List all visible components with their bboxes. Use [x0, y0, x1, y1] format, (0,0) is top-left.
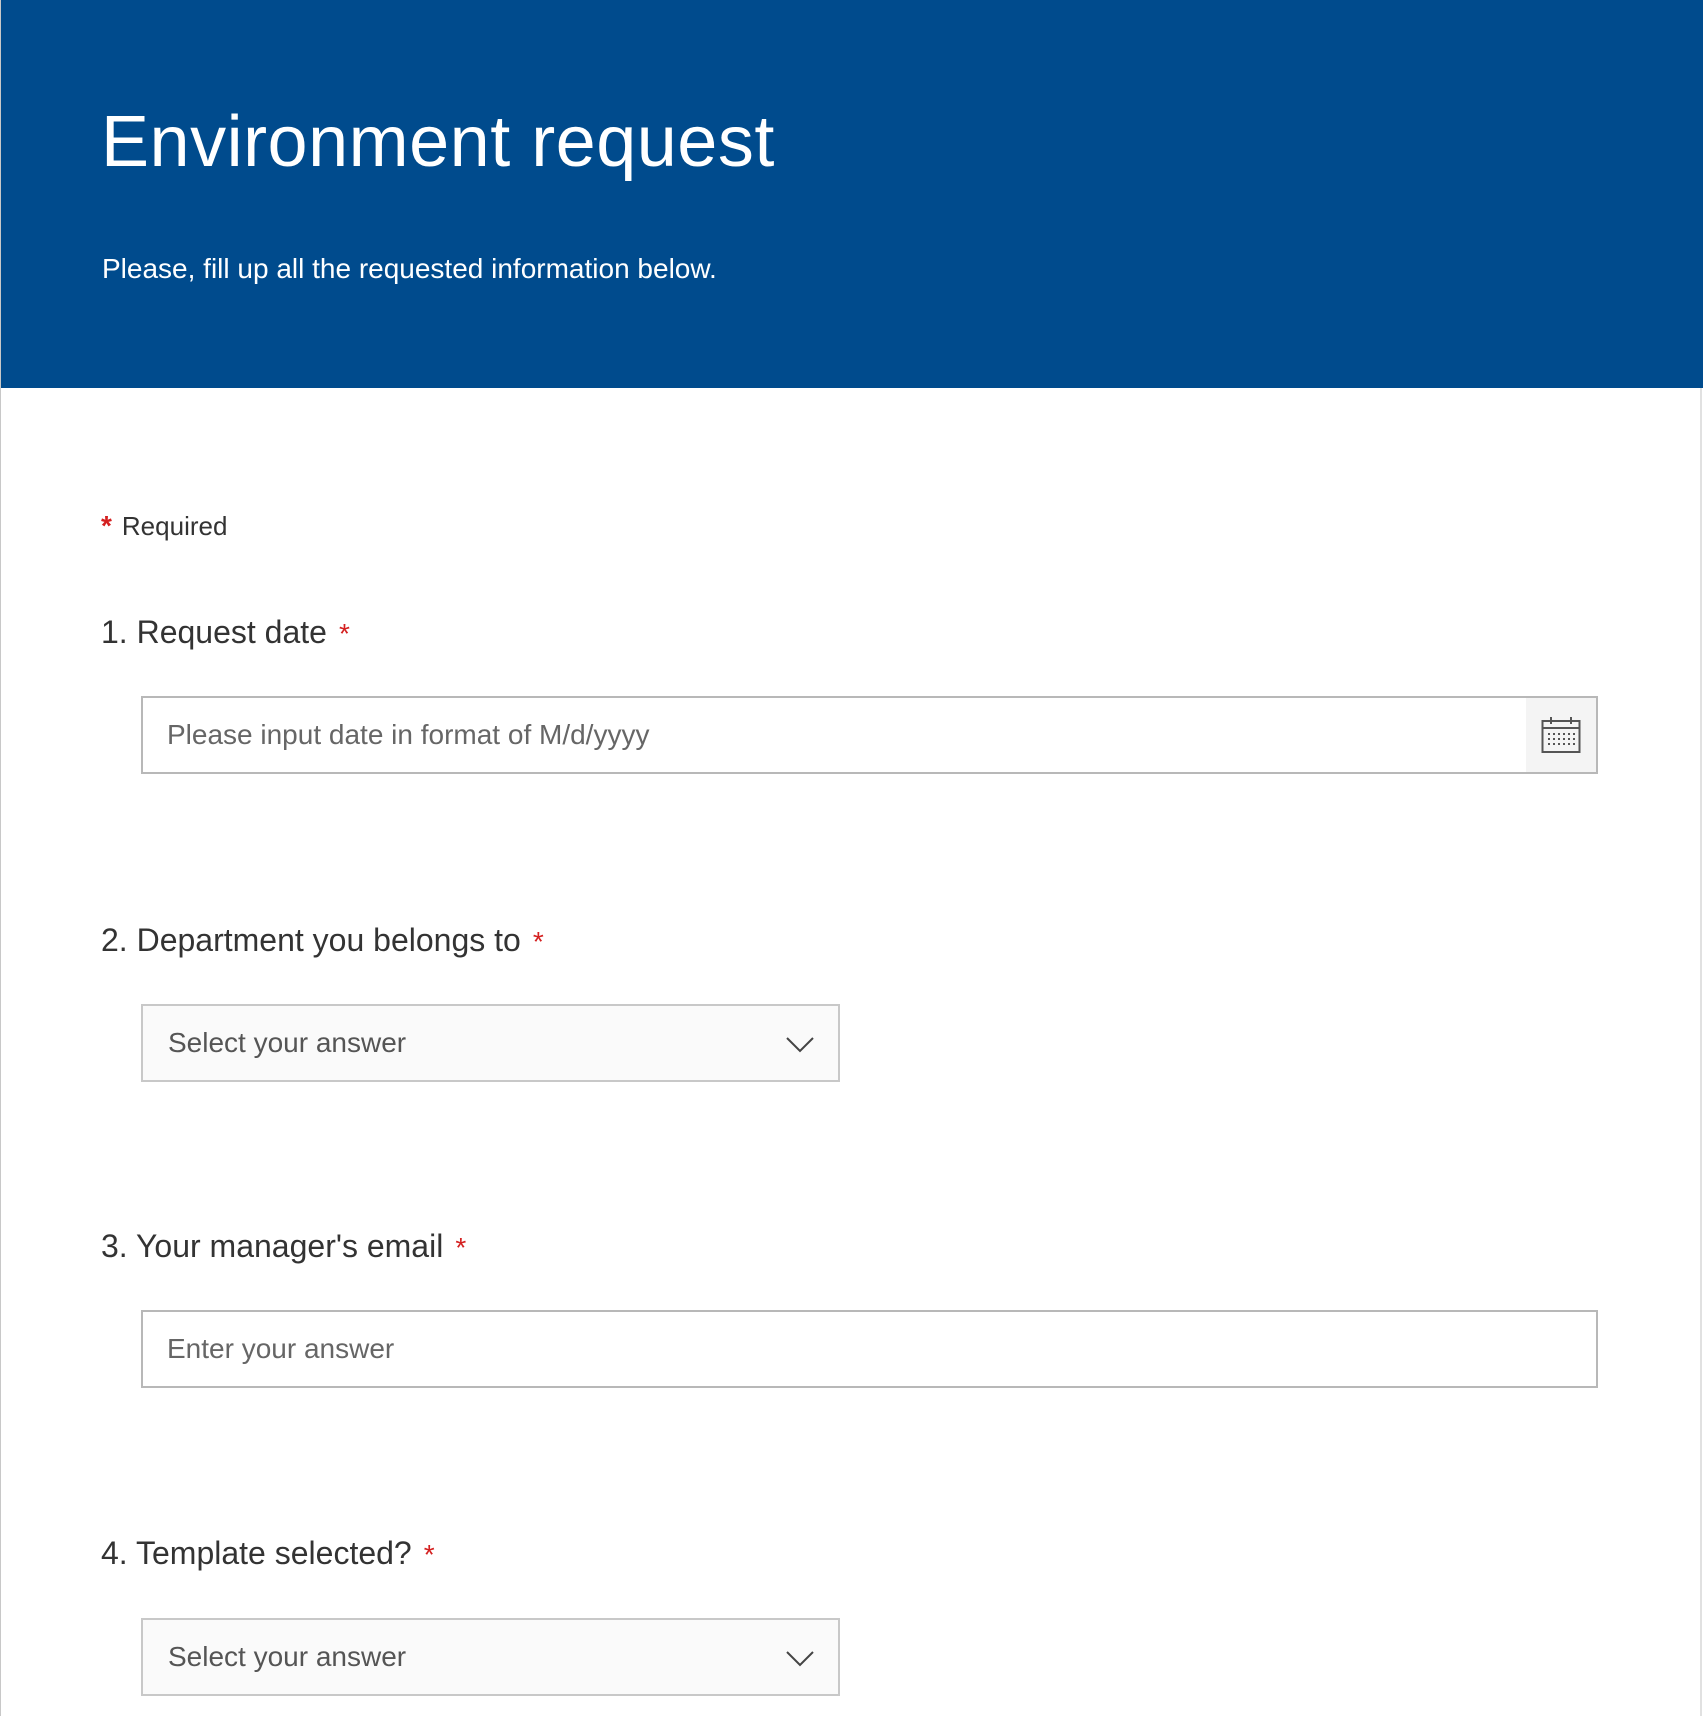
- request-date-field: [141, 696, 1598, 774]
- question-2-label: 2. Department you belongs to: [101, 922, 521, 958]
- form-header: Environment request Please, fill up all …: [1, 0, 1703, 388]
- form-title: Environment request: [101, 102, 775, 182]
- chevron-down-icon: [786, 1651, 814, 1667]
- date-picker-button[interactable]: [1526, 698, 1596, 772]
- request-date-input[interactable]: [143, 698, 1596, 772]
- question-1-label: 1. Request date: [101, 614, 327, 650]
- required-asterisk: *: [338, 618, 350, 649]
- required-asterisk: *: [101, 510, 112, 541]
- left-border: [0, 0, 1, 1716]
- question-3-title: 3. Your manager's email *: [101, 1224, 466, 1270]
- required-asterisk: *: [532, 926, 544, 957]
- manager-email-input[interactable]: [143, 1312, 1596, 1386]
- required-asterisk: *: [423, 1539, 435, 1570]
- calendar-icon: [1541, 717, 1581, 753]
- vertical-scrollbar[interactable]: [1700, 388, 1702, 1716]
- required-asterisk: *: [455, 1232, 467, 1263]
- department-selected-value: Select your answer: [168, 1027, 407, 1058]
- required-label: Required: [121, 511, 228, 541]
- department-dropdown[interactable]: Select your answer: [141, 1004, 840, 1082]
- form-subtitle: Please, fill up all the requested inform…: [102, 253, 717, 284]
- template-dropdown[interactable]: Select your answer: [141, 1618, 840, 1696]
- chevron-down-icon: [786, 1037, 814, 1053]
- required-note: * Required: [101, 508, 227, 544]
- question-4-title: 4. Template selected? *: [101, 1531, 435, 1577]
- manager-email-field: [141, 1310, 1598, 1388]
- question-3-label: 3. Your manager's email: [101, 1228, 444, 1264]
- template-selected-value: Select your answer: [168, 1641, 407, 1672]
- question-1-title: 1. Request date *: [101, 610, 350, 656]
- question-4-label: 4. Template selected?: [101, 1535, 412, 1571]
- question-2-title: 2. Department you belongs to *: [101, 918, 544, 964]
- form-page: Environment request Please, fill up all …: [0, 0, 1704, 1716]
